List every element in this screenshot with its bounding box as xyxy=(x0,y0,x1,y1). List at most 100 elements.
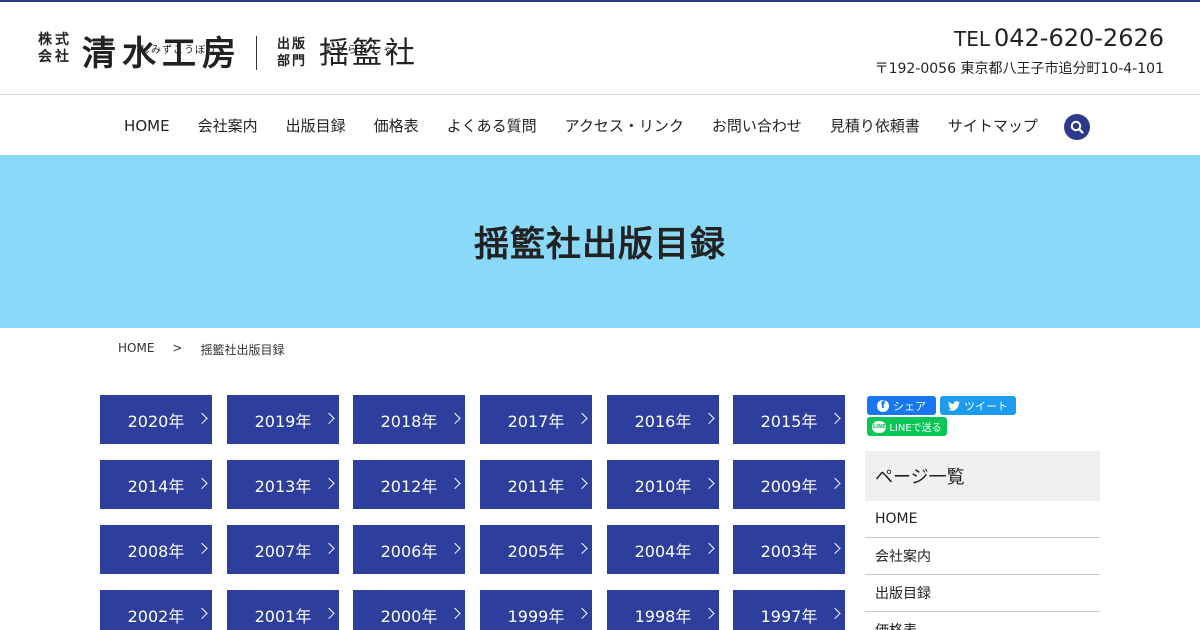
logo-corp-label: 株式 会社 xyxy=(38,32,72,66)
logo-division-line1: 出版 xyxy=(277,37,308,52)
chevron-right-icon xyxy=(196,412,208,424)
year-link-button[interactable]: 1999年 xyxy=(480,590,592,630)
facebook-share-label: シェア xyxy=(893,399,926,413)
sidebar-item-home[interactable]: HOME xyxy=(865,501,1100,538)
chevron-right-icon xyxy=(323,412,335,424)
nav-item-home[interactable]: HOME xyxy=(124,117,170,135)
chevron-right-icon xyxy=(196,477,208,489)
sidebar-item-company[interactable]: 会社案内 xyxy=(865,538,1100,575)
search-button[interactable] xyxy=(1063,114,1090,140)
year-link-button[interactable]: 2017年 xyxy=(480,395,592,444)
year-link-label: 2011年 xyxy=(507,476,565,496)
breadcrumb-current: 揺籃社出版目録 xyxy=(200,343,285,357)
year-link-button[interactable]: 2013年 xyxy=(227,460,339,509)
year-link-label: 2017年 xyxy=(507,411,565,431)
nav-item-faq[interactable]: よくある質問 xyxy=(447,115,537,136)
sidebar-page-list: ページ一覧 HOME 会社案内 出版目録 価格表 xyxy=(865,451,1100,630)
chevron-right-icon xyxy=(576,477,588,489)
nav-item-prices[interactable]: 価格表 xyxy=(374,115,419,136)
year-link-button[interactable]: 2008年 xyxy=(100,525,212,574)
year-link-label: 2008年 xyxy=(127,541,185,561)
nav-item-sitemap[interactable]: サイトマップ xyxy=(948,115,1038,136)
phone-value: 042-620-2626 xyxy=(993,24,1164,52)
year-link-button[interactable]: 2010年 xyxy=(607,460,719,509)
year-link-label: 2020年 xyxy=(127,411,185,431)
year-link-button[interactable]: 2012年 xyxy=(353,460,465,509)
year-link-button[interactable]: 1998年 xyxy=(607,590,719,630)
year-link-button[interactable]: 2009年 xyxy=(733,460,845,509)
year-link-label: 1998年 xyxy=(634,606,692,626)
breadcrumb-home[interactable]: HOME xyxy=(118,341,154,358)
chevron-right-icon xyxy=(323,477,335,489)
year-link-button[interactable]: 2000年 xyxy=(353,590,465,630)
chevron-right-icon xyxy=(196,542,208,554)
year-link-button[interactable]: 2004年 xyxy=(607,525,719,574)
phone-number[interactable]: TEL 042-620-2626 xyxy=(875,24,1164,52)
chevron-right-icon xyxy=(196,607,208,619)
logo-publisher-name: ようらんしゃ 揺籃社 xyxy=(319,34,418,74)
logo-divider xyxy=(256,36,257,70)
line-icon: LINE xyxy=(872,420,887,433)
year-link-label: 1997年 xyxy=(760,606,818,626)
year-link-label: 2016年 xyxy=(634,411,692,431)
chevron-right-icon xyxy=(703,607,715,619)
line-share-button[interactable]: LINE LINEで送る xyxy=(867,417,947,436)
line-share-label: LINEで送る xyxy=(889,423,942,434)
twitter-share-label: ツイート xyxy=(964,399,1008,413)
year-link-button[interactable]: 2019年 xyxy=(227,395,339,444)
year-link-button[interactable]: 2001年 xyxy=(227,590,339,630)
year-link-button[interactable]: 2003年 xyxy=(733,525,845,574)
year-link-button[interactable]: 2018年 xyxy=(353,395,465,444)
nav-item-catalog[interactable]: 出版目録 xyxy=(286,115,346,136)
facebook-share-button[interactable]: f シェア xyxy=(867,396,936,415)
year-link-button[interactable]: 2011年 xyxy=(480,460,592,509)
year-link-button[interactable]: 2007年 xyxy=(227,525,339,574)
year-link-button[interactable]: 2005年 xyxy=(480,525,592,574)
year-link-label: 2005年 xyxy=(507,541,565,561)
chevron-right-icon xyxy=(323,542,335,554)
nav-item-company[interactable]: 会社案内 xyxy=(198,115,258,136)
sidebar-item-catalog[interactable]: 出版目録 xyxy=(865,575,1100,612)
chevron-right-icon xyxy=(576,412,588,424)
page-hero: 揺籃社出版目録 xyxy=(0,155,1200,328)
year-link-label: 2007年 xyxy=(254,541,312,561)
address-text: 〒192-0056 東京都八王子市追分町10-4-101 xyxy=(874,61,1164,77)
chevron-right-icon xyxy=(449,607,461,619)
site-logo[interactable]: 株式 会社 しみずこうぼう 清水工房 出版 部門 ようらんしゃ 揺籃社 xyxy=(38,24,418,74)
year-link-label: 2012年 xyxy=(380,476,438,496)
year-link-button[interactable]: 2014年 xyxy=(100,460,212,509)
logo-corp-line2: 会社 xyxy=(38,49,72,65)
breadcrumb-separator: > xyxy=(172,341,183,355)
page-title: 揺籃社出版目録 xyxy=(473,225,726,265)
sidebar-item-prices[interactable]: 価格表 xyxy=(865,612,1100,630)
logo-company-ruby: しみずこうぼう xyxy=(140,45,217,56)
twitter-bird-icon xyxy=(948,400,960,411)
year-link-button[interactable]: 2016年 xyxy=(607,395,719,444)
year-link-button[interactable]: 2015年 xyxy=(733,395,845,444)
year-link-label: 2019年 xyxy=(254,411,312,431)
twitter-share-button[interactable]: ツイート xyxy=(940,396,1016,415)
chevron-right-icon xyxy=(576,542,588,554)
nav-item-contact[interactable]: お問い合わせ xyxy=(712,115,802,136)
chevron-right-icon xyxy=(449,412,461,424)
logo-corp-line1: 株式 xyxy=(38,32,72,48)
year-link-button[interactable]: 2002年 xyxy=(100,590,212,630)
year-link-label: 2014年 xyxy=(127,476,185,496)
year-link-button[interactable]: 1997年 xyxy=(733,590,845,630)
year-link-label: 2013年 xyxy=(254,476,312,496)
breadcrumb: HOME > 揺籃社出版目録 xyxy=(118,341,284,358)
nav-item-estimate[interactable]: 見積り依頼書 xyxy=(830,115,920,136)
year-link-button[interactable]: 2020年 xyxy=(100,395,212,444)
year-link-label: 2009年 xyxy=(760,476,818,496)
search-icon xyxy=(1070,120,1084,134)
year-link-button[interactable]: 2006年 xyxy=(353,525,465,574)
year-link-label: 2006年 xyxy=(380,541,438,561)
chevron-right-icon xyxy=(449,477,461,489)
site-header: 株式 会社 しみずこうぼう 清水工房 出版 部門 ようらんしゃ 揺籃社 TEL 0… xyxy=(0,2,1200,95)
logo-division-label: 出版 部門 xyxy=(277,36,307,70)
chevron-right-icon xyxy=(829,412,841,424)
share-buttons: f シェア ツイート LINE LINEで送る xyxy=(867,396,1016,436)
logo-company-name: しみずこうぼう 清水工房 xyxy=(82,34,242,74)
chevron-right-icon xyxy=(703,542,715,554)
nav-item-access[interactable]: アクセス・リンク xyxy=(565,115,684,136)
